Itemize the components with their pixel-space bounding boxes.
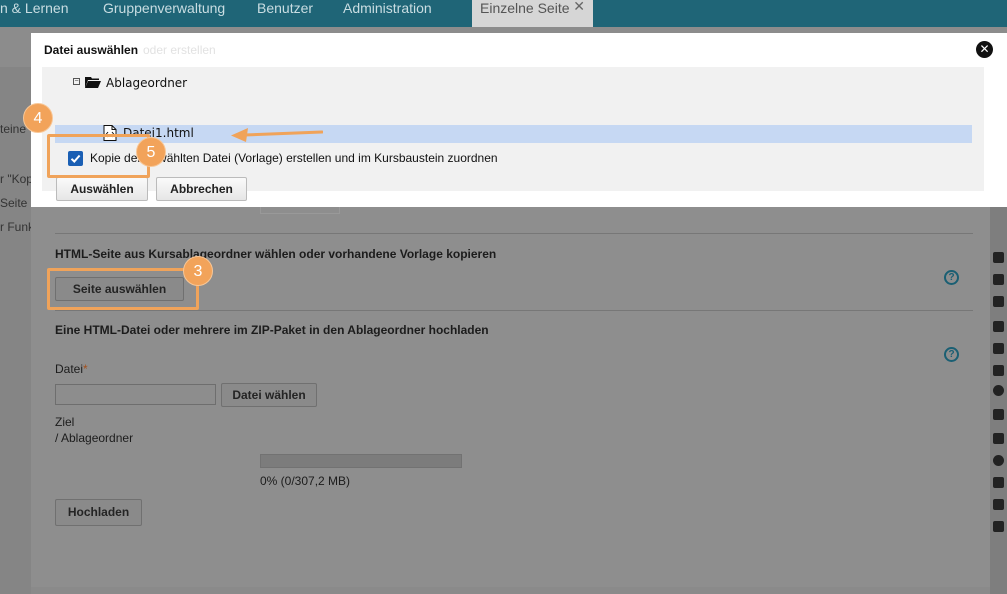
divider	[55, 310, 973, 311]
left-fragment: r Funk	[0, 220, 31, 234]
left-fragment: r "Kop	[0, 172, 31, 186]
file-label-text: Datei	[55, 362, 84, 376]
cancel-button[interactable]: Abbrechen	[156, 177, 247, 201]
target-value: / Ablageordner	[55, 431, 134, 445]
layers-icon[interactable]	[993, 274, 1004, 285]
help-icon[interactable]: ?	[944, 270, 959, 285]
target-label: Ziel	[55, 415, 75, 429]
nav-item-benutzer[interactable]: Benutzer	[257, 0, 313, 27]
dialog-subtitle: oder erstellen	[143, 43, 216, 57]
chat-icon[interactable]	[993, 455, 1004, 466]
upload-progress-text: 0% (0/307,2 MB)	[260, 474, 351, 488]
tab-label: Einzelne Seite	[480, 0, 570, 16]
nav-item-administration[interactable]: Administration	[343, 0, 432, 27]
folder-open-icon	[85, 77, 101, 88]
document-icon[interactable]	[993, 365, 1004, 376]
checklist-icon[interactable]	[993, 477, 1004, 488]
arrow-pointer-icon	[231, 128, 323, 142]
dialog-title: Datei auswählen	[44, 43, 139, 57]
dialog-close-icon[interactable]: ✕	[976, 41, 993, 58]
tree-folder-label[interactable]: Ablageordner	[106, 76, 187, 90]
upload-button[interactable]: Hochladen	[55, 499, 142, 526]
mail-icon[interactable]	[993, 433, 1004, 444]
step-badge-3: 3	[183, 256, 213, 286]
divider	[55, 233, 973, 234]
choose-file-button[interactable]: Datei wählen	[221, 383, 317, 407]
block-icon[interactable]	[993, 321, 1004, 332]
highlight-box-step-3	[47, 268, 199, 310]
upload-progress-bar	[260, 454, 462, 468]
help-icon[interactable]: ?	[944, 347, 959, 362]
dialog-body: − Ablageordner Datei1.html Kopie der gew…	[42, 67, 984, 201]
section-title-upload: Eine HTML-Datei oder mehrere im ZIP-Pake…	[55, 323, 489, 337]
section-title-choose: HTML-Seite aus Kursablageordner wählen o…	[55, 247, 497, 261]
link-icon[interactable]	[993, 385, 1004, 396]
books-icon[interactable]	[993, 409, 1004, 420]
edit-icon[interactable]	[993, 499, 1004, 510]
tab-close-icon[interactable]: ✕	[573, 0, 585, 15]
tab-einzelne-seite[interactable]: Einzelne Seite ✕	[472, 0, 593, 27]
monitor-icon[interactable]	[993, 343, 1004, 354]
page-icon[interactable]	[993, 252, 1004, 263]
copy-icon[interactable]	[993, 296, 1004, 307]
step-badge-4: 4	[23, 103, 53, 133]
left-fragment: Seite	[0, 196, 28, 210]
tree-collapse-icon[interactable]: −	[73, 78, 80, 85]
content-panel: Erstellen HTML-Seite aus Kursablageordne…	[31, 193, 990, 587]
file-input[interactable]	[55, 384, 216, 405]
left-menu-fragments: teine r "Kop Seite r Funk	[0, 67, 31, 594]
top-navigation-bar: n & Lernen Gruppenverwaltung Benutzer Ad…	[0, 0, 1007, 27]
task-icon[interactable]	[993, 521, 1004, 532]
file-select-dialog: Datei auswählen oder erstellen ✕ − Ablag…	[31, 33, 1007, 207]
file-label: Datei*	[55, 362, 88, 376]
select-button[interactable]: Auswählen	[56, 177, 148, 201]
nav-item-lernen[interactable]: n & Lernen	[0, 0, 69, 27]
step-badge-5: 5	[136, 137, 166, 167]
required-marker: *	[83, 362, 88, 376]
highlight-box-step-5	[47, 134, 150, 178]
nav-item-gruppenverwaltung[interactable]: Gruppenverwaltung	[103, 0, 225, 27]
